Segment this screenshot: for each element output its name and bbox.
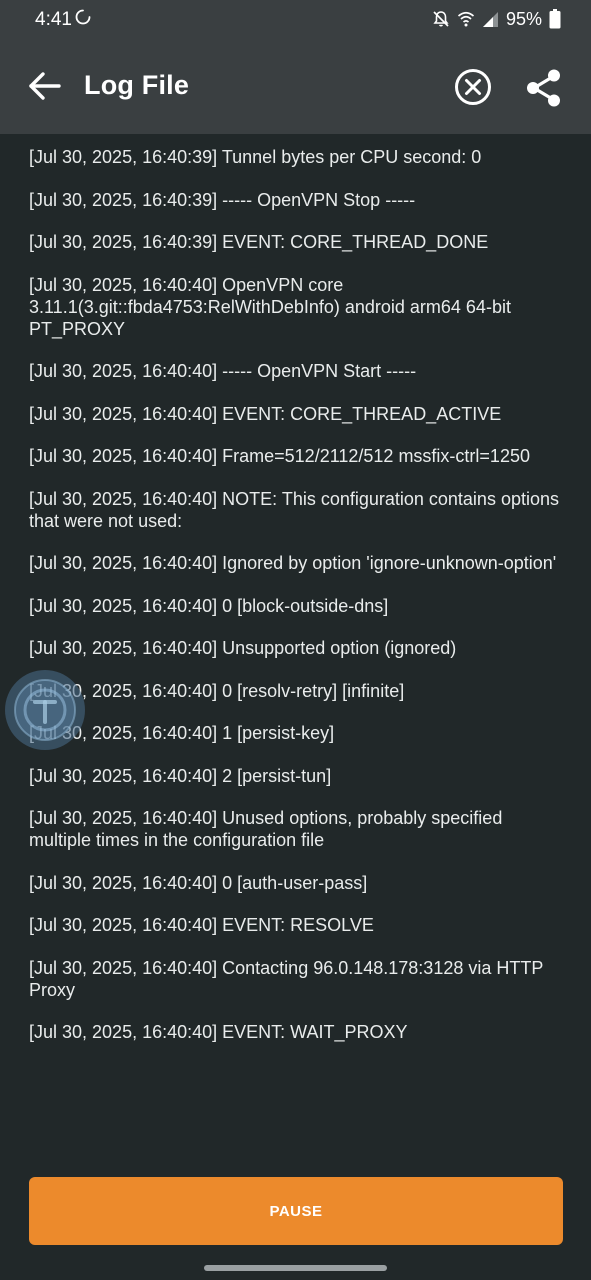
log-entry: [Jul 30, 2025, 16:40:40] ----- OpenVPN S…	[29, 361, 417, 381]
circle-x-icon[interactable]	[453, 67, 493, 107]
log-entry: [Jul 30, 2025, 16:40:40] EVENT: WAIT_PRO…	[29, 1022, 408, 1042]
log-entry: [Jul 30, 2025, 16:40:40] 2 [persist-tun]	[29, 765, 332, 786]
log-entry: [Jul 30, 2025, 16:40:39] ----- OpenVPN S…	[29, 189, 416, 210]
log-entry: [Jul 30, 2025, 16:40:40] OpenVPN core 3.…	[29, 274, 511, 339]
bell-off-icon	[433, 11, 449, 27]
home-indicator[interactable]	[204, 1265, 387, 1271]
battery-icon	[549, 9, 561, 29]
status-time: 4:41	[35, 9, 72, 30]
log-entry: [Jul 30, 2025, 16:40:40] 0 [auth-user-pa…	[29, 872, 368, 893]
cell-signal-icon	[482, 11, 498, 27]
battery-percent: 95%	[505, 8, 542, 29]
log-entry: [Jul 30, 2025, 16:40:40] Unused options,…	[29, 808, 503, 850]
log-list[interactable]: [Jul 30, 2025, 16:40:39] Tunnel bytes pe…	[29, 146, 559, 1064]
log-entry: [Jul 30, 2025, 16:40:40] NOTE: This conf…	[29, 488, 559, 531]
app-bar: Log File	[0, 40, 591, 134]
status-bar: 4:41 95%	[0, 0, 591, 40]
log-entry: [Jul 30, 2025, 16:40:40] 0 [resolv-retry…	[29, 680, 405, 701]
log-entry: [Jul 30, 2025, 16:40:40] Frame=512/2112/…	[29, 446, 530, 466]
status-icons: 95%	[432, 8, 561, 30]
log-entry: [Jul 30, 2025, 16:40:40] Unsupported opt…	[29, 638, 457, 658]
log-entry: [Jul 30, 2025, 16:40:40] EVENT: CORE_THR…	[29, 403, 502, 424]
log-entry: [Jul 30, 2025, 16:40:40] EVENT: RESOLVE	[29, 915, 374, 935]
log-entry: [Jul 30, 2025, 16:40:40] 0 [block-outsid…	[29, 595, 389, 616]
log-file-screen: 4:41 95% Log File [Jul 30, 2025, 16:40:3…	[0, 0, 591, 1280]
share-icon[interactable]	[523, 67, 565, 109]
log-entry: [Jul 30, 2025, 16:40:40] Ignored by opti…	[29, 553, 557, 573]
arrow-back-icon[interactable]	[26, 68, 62, 104]
log-entry: [Jul 30, 2025, 16:40:40] Contacting 96.0…	[29, 957, 544, 1000]
log-entry: [Jul 30, 2025, 16:40:39] EVENT: CORE_THR…	[29, 232, 489, 252]
wifi-icon	[457, 11, 475, 27]
log-entry: [Jul 30, 2025, 16:40:40] 1 [persist-key]	[29, 723, 335, 743]
pause-button[interactable]: PAUSE	[29, 1177, 563, 1245]
floating-overlay-badge[interactable]	[5, 670, 85, 750]
log-entry: [Jul 30, 2025, 16:40:39] Tunnel bytes pe…	[29, 147, 482, 167]
sync-icon	[75, 9, 91, 25]
t-logo-icon	[14, 679, 76, 741]
page-title: Log File	[84, 70, 190, 100]
